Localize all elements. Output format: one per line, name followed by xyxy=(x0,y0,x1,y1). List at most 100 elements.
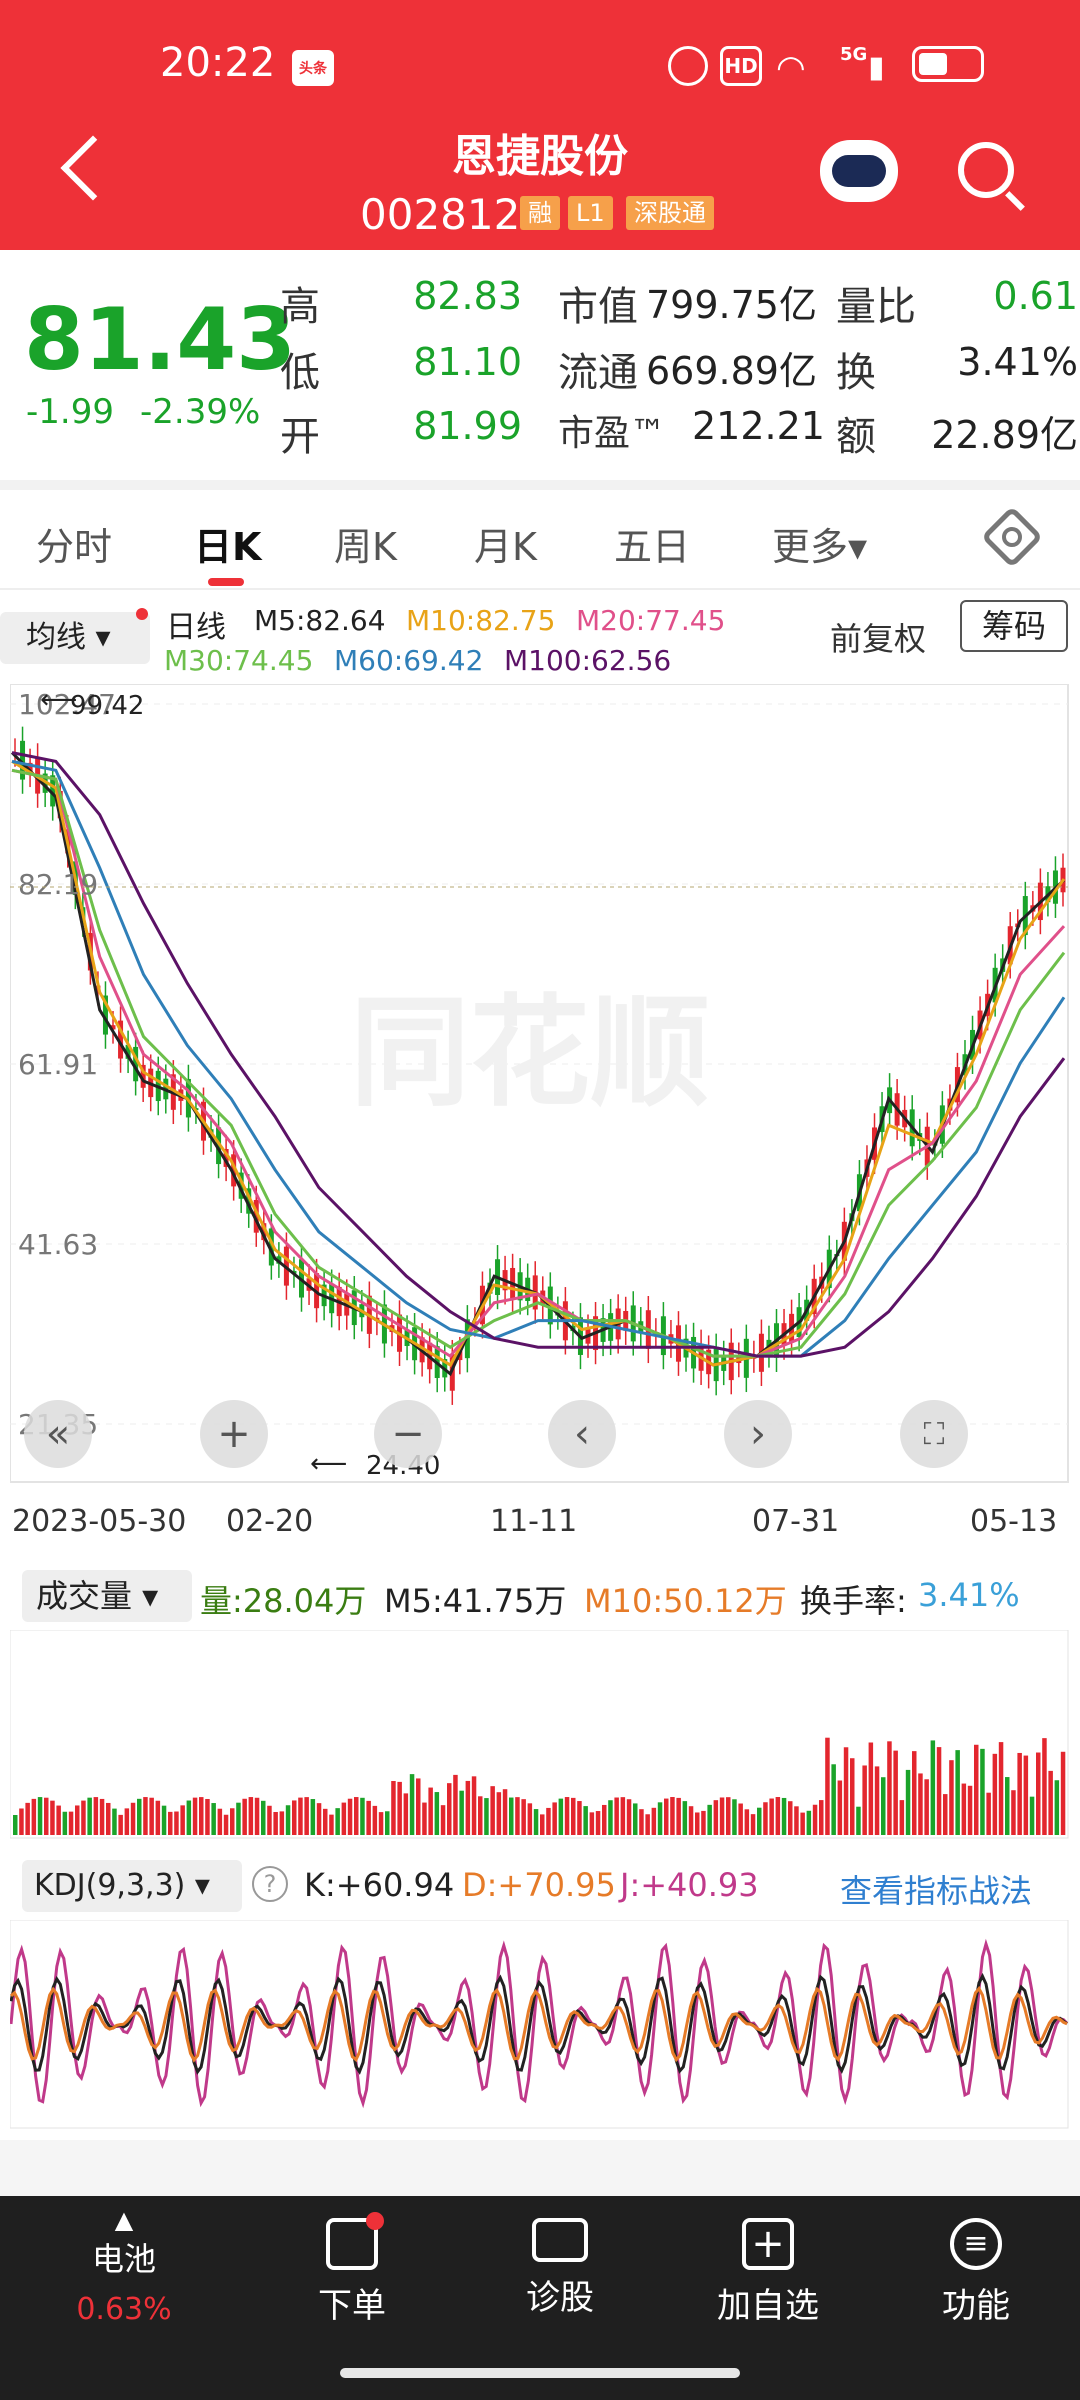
toutiao-icon: 头条 xyxy=(292,50,334,86)
scroll-right-icon[interactable]: › xyxy=(724,1400,792,1468)
float-value: 669.89亿 xyxy=(646,349,817,393)
volume-bar xyxy=(323,1808,328,1835)
nav-function-label: 功能 xyxy=(942,2286,1010,2326)
volume-bar xyxy=(794,1806,799,1835)
volume-bar xyxy=(943,1794,948,1835)
volume-bar xyxy=(521,1799,526,1835)
chips-button[interactable]: 筹码 xyxy=(960,600,1068,652)
kline-chart[interactable]: 同花顺 102.4782.1961.9141.6321.35 99.42 ⟵ ⟵… xyxy=(10,684,1070,1484)
nav-order[interactable]: 下单 xyxy=(272,2200,432,2327)
volume-bar xyxy=(44,1797,49,1835)
current-price: 81.43 xyxy=(24,290,297,390)
volume-bar xyxy=(781,1797,787,1835)
date-label: 02-20 xyxy=(226,1504,314,1539)
volume-bar xyxy=(639,1809,644,1835)
volume-bar xyxy=(831,1764,836,1835)
price-tick: 61.91 xyxy=(18,1048,98,1081)
open-value: 81.99 xyxy=(413,404,522,448)
volume-bar xyxy=(509,1797,514,1835)
volume-value: 量:28.04万 xyxy=(200,1582,367,1620)
date-label: 05-13 xyxy=(970,1504,1058,1539)
nav-battery[interactable]: ▲ 电池 0.63% xyxy=(44,2200,204,2327)
tag-margin: 融 xyxy=(520,196,560,230)
turnover-rate-label: 换手率: xyxy=(800,1582,907,1620)
zoom-out-icon[interactable]: − xyxy=(374,1400,442,1468)
ma10-value: M10:82.75 xyxy=(406,604,556,637)
tab-daily-k[interactable]: 日K xyxy=(194,516,261,571)
volume-bar xyxy=(608,1800,613,1835)
kdj-k: K:+60.94 xyxy=(304,1866,455,1904)
volume-bar xyxy=(124,1808,130,1835)
watermark: 同花顺 xyxy=(350,984,710,1123)
volume-bar xyxy=(744,1809,750,1835)
scroll-strip xyxy=(0,2140,1080,2200)
volume-bar xyxy=(205,1798,210,1835)
volume-m5: M5:41.75万 xyxy=(384,1582,567,1620)
triangle-up-icon: ▲ xyxy=(114,2206,134,2234)
volume-bar xyxy=(292,1800,297,1835)
zoom-out-left-icon[interactable]: « xyxy=(24,1400,92,1468)
volume-bar xyxy=(329,1814,334,1835)
volume-bar xyxy=(112,1808,117,1835)
tab-more[interactable]: 更多▾ xyxy=(772,516,867,571)
nav-function[interactable]: ≡ 功能 xyxy=(896,2200,1056,2327)
volume-bar xyxy=(453,1774,458,1835)
pe-value: 212.21 xyxy=(692,404,825,448)
volume-bar xyxy=(732,1799,737,1835)
volume-bar xyxy=(670,1797,675,1835)
search-icon[interactable] xyxy=(958,142,1014,198)
order-icon xyxy=(326,2212,384,2270)
volume-bar xyxy=(862,1765,867,1835)
volume-bar xyxy=(87,1797,92,1835)
ma20-value: M20:77.45 xyxy=(576,604,726,637)
volume-bar xyxy=(316,1803,322,1835)
volume-bar xyxy=(13,1815,18,1835)
volume-bar xyxy=(1054,1780,1060,1835)
volume-bar xyxy=(478,1796,483,1835)
volume-bar xyxy=(899,1800,905,1835)
scroll-left-icon[interactable]: ‹ xyxy=(548,1400,616,1468)
indicator-strategy-link[interactable]: 查看指标战法 xyxy=(840,1866,1032,1912)
tab-weekly-k[interactable]: 周K xyxy=(334,516,397,571)
zoom-in-icon[interactable]: + xyxy=(200,1400,268,1468)
volume-bar xyxy=(161,1805,167,1835)
help-icon[interactable]: ? xyxy=(252,1866,288,1902)
volume-bar xyxy=(261,1800,266,1835)
volume-bar xyxy=(298,1797,303,1835)
assistant-robot-icon[interactable] xyxy=(820,140,898,202)
volume-bar xyxy=(583,1806,588,1835)
volume-bar xyxy=(409,1774,415,1835)
kdj-dropdown[interactable]: KDJ(9,3,3) ▾ xyxy=(22,1860,242,1912)
volume-bar xyxy=(967,1785,973,1835)
volume-bar xyxy=(893,1750,898,1835)
nav-diagnose[interactable]: 诊股 xyxy=(480,2200,640,2319)
ma-dropdown[interactable]: 均线 ▾ xyxy=(0,612,150,664)
plus-box-icon: + xyxy=(742,2218,794,2270)
volume-bar xyxy=(50,1800,55,1835)
high-annotation: 99.42 xyxy=(70,691,144,721)
volume-bar xyxy=(707,1804,712,1835)
volume-bar xyxy=(106,1802,111,1835)
volume-bar xyxy=(955,1750,960,1835)
settings-icon[interactable] xyxy=(980,505,1044,569)
volume-bar xyxy=(465,1780,471,1835)
low-label: 低 xyxy=(280,350,320,396)
volume-bar xyxy=(800,1812,805,1835)
diagnose-icon xyxy=(532,2218,588,2262)
fullscreen-icon[interactable]: ⛶ xyxy=(900,1400,968,1468)
open-label: 开 xyxy=(280,414,320,460)
volume-dropdown[interactable]: 成交量 ▾ xyxy=(22,1570,192,1622)
volume-bar xyxy=(75,1805,80,1835)
period-label: 日线 xyxy=(166,610,226,645)
volume-bar xyxy=(391,1780,396,1835)
nav-add-watchlist[interactable]: + 加自选 xyxy=(688,2200,848,2327)
tab-monthly-k[interactable]: 月K xyxy=(474,516,537,571)
adjust-button[interactable]: 前复权 xyxy=(830,614,926,660)
volratio-label: 量比 xyxy=(836,284,916,330)
menu-circle-icon: ≡ xyxy=(950,2218,1002,2270)
tab-intraday[interactable]: 分时 xyxy=(36,516,112,571)
volume-bar xyxy=(1005,1777,1010,1835)
turnover-rate-value: 3.41% xyxy=(918,1576,1020,1614)
tab-five-day[interactable]: 五日 xyxy=(614,516,690,571)
volume-bar xyxy=(242,1798,247,1835)
